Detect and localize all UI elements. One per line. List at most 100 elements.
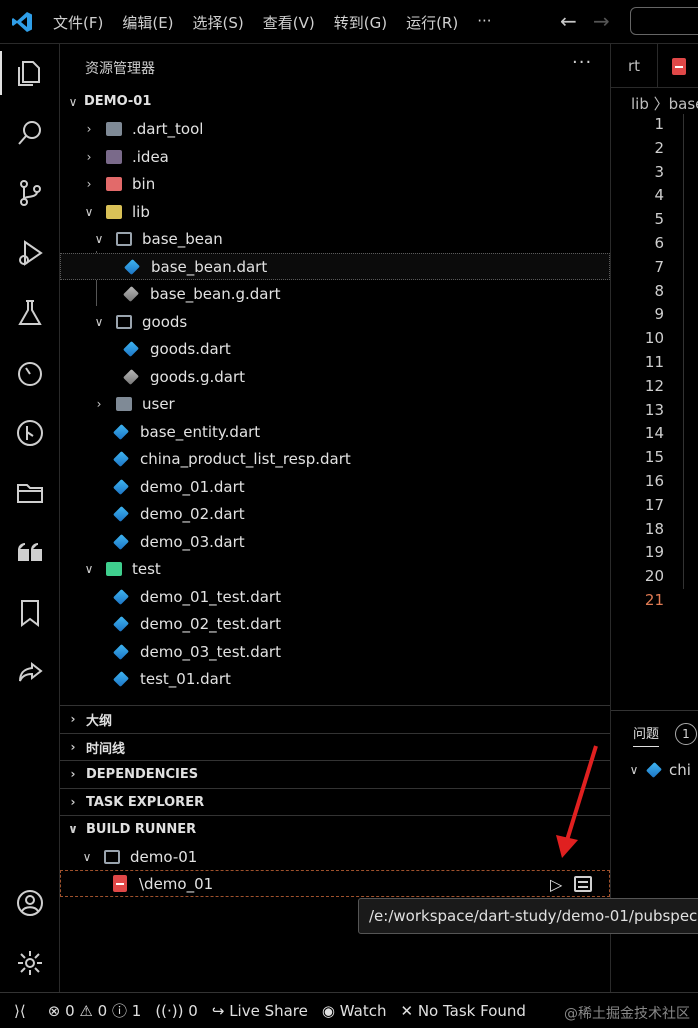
tree-item[interactable]: base_bean.g.dart [60,280,610,307]
settings-gear-icon[interactable] [14,947,46,979]
git-graph-icon[interactable] [14,417,46,449]
tree-item[interactable]: › user [60,390,610,417]
tree-item[interactable]: demo_03.dart [60,528,610,555]
breadcrumb[interactable]: lib 〉base [631,93,698,114]
code-region[interactable] [683,114,698,589]
tree-item[interactable]: goods.dart [60,335,610,362]
menu-edit[interactable]: 编辑(E) [122,12,173,33]
editor-tab-pubspec[interactable] [659,44,698,88]
ports-status[interactable]: ((·)) 0 [155,1002,198,1020]
section-task-explorer[interactable]: › TASK EXPLORER [60,788,610,815]
testing-flask-icon[interactable] [14,297,46,329]
live-share-label: Live Share [229,1001,308,1020]
line-number: 4 [654,186,664,205]
explorer-icon[interactable] [0,51,46,95]
folder-icon [106,176,122,191]
menu-file[interactable]: 文件(F) [53,12,103,33]
tree-item[interactable]: demo_02.dart [60,500,610,527]
run-debug-icon[interactable] [14,237,46,269]
info-count: 1 [131,1001,142,1020]
folder-open-icon [106,561,122,576]
tree-item[interactable]: demo_01_test.dart [60,583,610,610]
build-runner-item[interactable]: \demo_01 ▷ [60,870,610,897]
more-actions-icon[interactable]: ··· [572,52,592,73]
editor-tab[interactable]: rt [611,44,658,88]
back-arrow-icon[interactable]: ← [560,9,577,33]
explorer-title: 资源管理器 [85,61,155,77]
tree-item[interactable]: › bin [60,170,610,197]
menu-view[interactable]: 查看(V) [263,12,315,33]
tree-item[interactable]: ∨ goods [60,308,610,335]
tree-item[interactable]: demo_01.dart [60,473,610,500]
live-share-icon[interactable] [14,657,46,689]
source-control-icon[interactable] [14,177,46,209]
tree-item-label: user [142,394,175,413]
tree-item-label: base_entity.dart [140,422,261,441]
menu-more[interactable]: ··· [477,12,491,33]
chevron-down-icon: ∨ [82,849,92,864]
folder-open-icon [104,849,120,864]
vscode-logo-icon [12,12,32,32]
problems-tab[interactable]: 问题 [633,723,660,747]
tree-item[interactable]: test_01.dart [60,665,610,692]
problems-status[interactable]: ⊗ 0 ⚠ 0 ⓘ 1 [48,1000,142,1021]
tree-item[interactable]: › .idea [60,143,610,170]
quote-icon[interactable] [14,537,46,569]
section-timeline[interactable]: › 时间线 [60,733,610,760]
tree-item-label: demo_02.dart [140,504,245,523]
chevron-right-icon: › [96,396,102,411]
tree-item-label: goods [142,312,188,331]
tree-item[interactable]: ∨ base_bean [60,225,610,252]
search-icon[interactable] [14,117,46,149]
annotation-arrow-icon [556,745,598,858]
remote-icon[interactable]: ⟩⟨ [14,1002,26,1020]
run-list-icon[interactable] [574,876,592,892]
line-number-current: 21 [644,590,664,609]
command-center-search[interactable] [630,7,698,35]
eye-icon: ◉ [321,1001,335,1020]
section-outline[interactable]: › 大纲 [60,705,610,732]
dart-file-icon [113,505,129,522]
tree-item[interactable]: goods.g.dart [60,363,610,390]
problems-panel: 问题 1 ∨ chi [611,710,698,850]
close-icon: ✕ [400,1001,414,1020]
tree-item[interactable]: demo_02_test.dart [60,610,610,637]
tree-item[interactable]: china_product_list_resp.dart [60,445,610,472]
tree-item-label: goods.g.dart [150,367,246,386]
folder-open-icon [116,314,132,329]
line-number: 1 [654,115,664,133]
timer-icon[interactable] [14,357,46,389]
section-dependencies[interactable]: › DEPENDENCIES [60,760,610,787]
run-play-icon[interactable]: ▷ [550,875,562,894]
menu-selection[interactable]: 选择(S) [193,12,244,33]
menu-run[interactable]: 运行(R) [406,12,458,33]
warning-icon: ⚠ [79,1001,93,1020]
live-share-status[interactable]: ↪ Live Share [212,1002,308,1020]
tree-item[interactable]: › .dart_tool [60,115,610,142]
problem-row[interactable]: ∨ chi [627,761,691,779]
watch-status[interactable]: ◉ Watch [322,1002,387,1020]
line-number: 2 [654,138,664,157]
account-icon[interactable] [14,887,46,919]
tree-item[interactable]: ∨ test [60,555,610,582]
build-runner-project[interactable]: ∨ demo-01 [60,843,610,870]
bookmark-icon[interactable] [14,597,46,629]
chevron-right-icon: › [86,121,92,136]
tree-item-selected[interactable]: base_bean.dart [60,253,610,280]
tree-item-label: base_bean.g.dart [150,284,281,303]
live-share-icon: ↪ [211,1001,225,1020]
forward-arrow-icon[interactable]: → [593,9,610,33]
tree-item[interactable]: base_entity.dart [60,418,610,445]
folder-icon[interactable] [14,477,46,509]
error-count: 0 [65,1001,75,1020]
tree-item-label: china_product_list_resp.dart [140,449,351,468]
task-status[interactable]: ✕ No Task Found [400,1002,525,1020]
menu-go[interactable]: 转到(G) [334,12,387,33]
section-build-runner[interactable]: ∨ BUILD RUNNER [60,815,610,842]
workspace-root[interactable]: ∨ DEMO-01 [60,88,610,115]
tree-item[interactable]: demo_03_test.dart [60,638,610,665]
dart-generated-file-icon [123,368,139,385]
tree-item[interactable]: ∨ lib [60,198,610,225]
section-outline-label: 大纲 [86,713,113,729]
path-tooltip: /e:/workspace/dart-study/demo-01/pubspec… [358,898,698,934]
